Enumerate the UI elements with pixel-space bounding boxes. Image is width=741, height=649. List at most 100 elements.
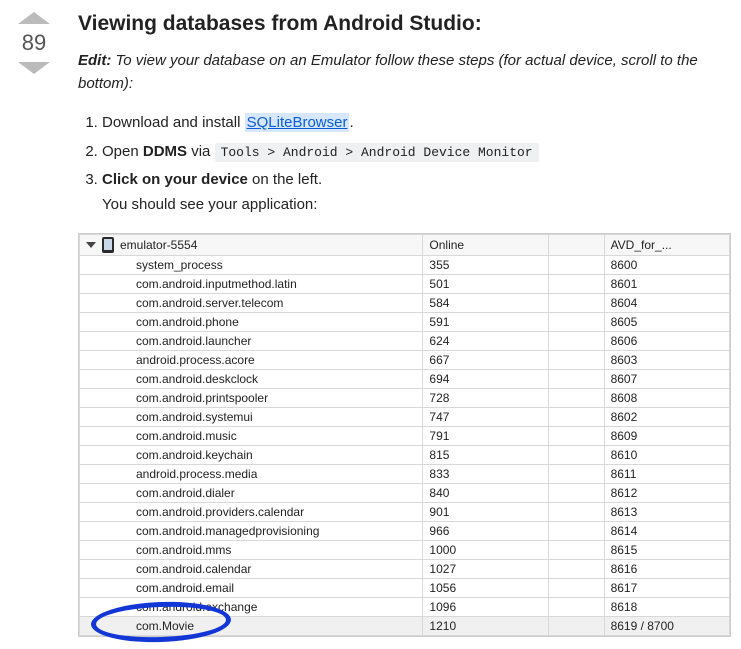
process-pid: 584 — [423, 294, 548, 313]
step-2-pre: Open — [102, 143, 143, 160]
table-header-row: emulator-5554 Online AVD_for_... — [80, 235, 730, 256]
col-name[interactable]: emulator-5554 — [80, 235, 423, 256]
table-row[interactable]: com.android.providers.calendar901 8613 — [80, 503, 730, 522]
process-pid: 694 — [423, 370, 548, 389]
process-port: 8600 — [604, 256, 729, 275]
table-row[interactable]: com.android.keychain8158610 — [80, 446, 730, 465]
col-status[interactable]: Online — [423, 235, 548, 256]
process-empty — [548, 370, 604, 389]
table-row[interactable]: com.android.calendar10278616 — [80, 560, 730, 579]
table-row[interactable]: system_process355 8600 — [80, 256, 730, 275]
process-empty — [548, 560, 604, 579]
process-empty — [548, 446, 604, 465]
process-port: 8605 — [604, 313, 729, 332]
process-port: 8611 — [604, 465, 729, 484]
process-pid: 1096 — [423, 598, 548, 617]
process-port: 8616 — [604, 560, 729, 579]
table-row[interactable]: com.android.email10568617 — [80, 579, 730, 598]
process-name: com.android.deskclock — [80, 370, 423, 389]
table-row[interactable]: com.android.launcher6248606 — [80, 332, 730, 351]
step-2-bold: DDMS — [143, 143, 187, 160]
step-3-sub: You should see your application: — [102, 191, 731, 220]
process-empty — [548, 579, 604, 598]
process-pid: 1056 — [423, 579, 548, 598]
process-pid: 355 — [423, 256, 548, 275]
page-title: Viewing databases from Android Studio: — [78, 12, 731, 36]
process-pid: 901 — [423, 503, 548, 522]
process-port: 8602 — [604, 408, 729, 427]
process-name: com.android.server.telecom — [80, 294, 423, 313]
table-row[interactable]: com.android.exchange10968618 — [80, 598, 730, 617]
table-row[interactable]: android.process.acore6678603 — [80, 351, 730, 370]
answer-content: Viewing databases from Android Studio: E… — [78, 12, 731, 637]
table-row[interactable]: android.process.media833 8611 — [80, 465, 730, 484]
root-device-label: emulator-5554 — [120, 238, 197, 252]
process-pid: 667 — [423, 351, 548, 370]
process-port: 8608 — [604, 389, 729, 408]
table-row[interactable]: com.android.mms10008615 — [80, 541, 730, 560]
process-port: 8617 — [604, 579, 729, 598]
upvote-button[interactable] — [18, 12, 50, 24]
table-row[interactable]: com.android.managedprovisioning9668614 — [80, 522, 730, 541]
process-pid: 501 — [423, 275, 548, 294]
process-name: com.android.keychain — [80, 446, 423, 465]
process-pid: 591 — [423, 313, 548, 332]
process-empty — [548, 351, 604, 370]
process-name: com.android.managedprovisioning — [80, 522, 423, 541]
step-2: Open DDMS via Tools > Android > Android … — [102, 138, 731, 167]
process-empty — [548, 294, 604, 313]
step-2-mid: via — [187, 143, 215, 160]
table-row[interactable]: com.android.server.telecom584 8604 — [80, 294, 730, 313]
downvote-button[interactable] — [18, 62, 50, 74]
process-empty — [548, 389, 604, 408]
vote-widget: 89 — [10, 12, 58, 637]
process-name: android.process.media — [80, 465, 423, 484]
process-empty — [548, 256, 604, 275]
step-3-rest: on the left. — [248, 171, 322, 188]
table-row[interactable]: com.android.music7918609 — [80, 427, 730, 446]
process-pid: 747 — [423, 408, 548, 427]
col-empty[interactable] — [548, 235, 604, 256]
tree-toggle-icon[interactable] — [86, 242, 96, 248]
table-row[interactable]: com.android.printspooler728 8608 — [80, 389, 730, 408]
process-pid: 1000 — [423, 541, 548, 560]
process-empty — [548, 332, 604, 351]
steps-list: Download and install SQLiteBrowser. Open… — [78, 109, 731, 219]
process-port: 8604 — [604, 294, 729, 313]
process-pid: 833 — [423, 465, 548, 484]
process-name: com.android.music — [80, 427, 423, 446]
process-pid: 840 — [423, 484, 548, 503]
table-row[interactable]: com.android.dialer840 8612 — [80, 484, 730, 503]
edit-label: Edit: — [78, 52, 111, 69]
process-name: com.android.mms — [80, 541, 423, 560]
process-name: system_process — [80, 256, 423, 275]
process-name: com.android.providers.calendar — [80, 503, 423, 522]
devices-table-wrap: emulator-5554 Online AVD_for_... system_… — [78, 233, 731, 637]
step-2-code: Tools > Android > Android Device Monitor — [215, 143, 539, 162]
process-port: 8612 — [604, 484, 729, 503]
process-empty — [548, 484, 604, 503]
process-name: com.android.launcher — [80, 332, 423, 351]
step-3: Click on your device on the left. You sh… — [102, 166, 731, 219]
process-empty — [548, 503, 604, 522]
col-avd[interactable]: AVD_for_... — [604, 235, 729, 256]
sqlitebrowser-link[interactable]: SQLiteBrowser — [245, 113, 350, 132]
process-empty — [548, 408, 604, 427]
process-empty — [548, 275, 604, 294]
table-row[interactable]: com.android.inputmethod.latin5018601 — [80, 275, 730, 294]
process-empty — [548, 522, 604, 541]
table-row[interactable]: com.android.systemui7478602 — [80, 408, 730, 427]
table-row[interactable]: com.android.deskclock6948607 — [80, 370, 730, 389]
step-1-post: . — [349, 114, 353, 131]
process-name: com.android.dialer — [80, 484, 423, 503]
process-empty — [548, 598, 604, 617]
process-empty — [548, 541, 604, 560]
process-port: 8614 — [604, 522, 729, 541]
table-row[interactable]: com.android.phone5918605 — [80, 313, 730, 332]
process-pid: 815 — [423, 446, 548, 465]
process-pid: 791 — [423, 427, 548, 446]
process-pid: 728 — [423, 389, 548, 408]
process-port: 8613 — [604, 503, 729, 522]
device-icon — [102, 237, 114, 253]
process-name: com.android.printspooler — [80, 389, 423, 408]
